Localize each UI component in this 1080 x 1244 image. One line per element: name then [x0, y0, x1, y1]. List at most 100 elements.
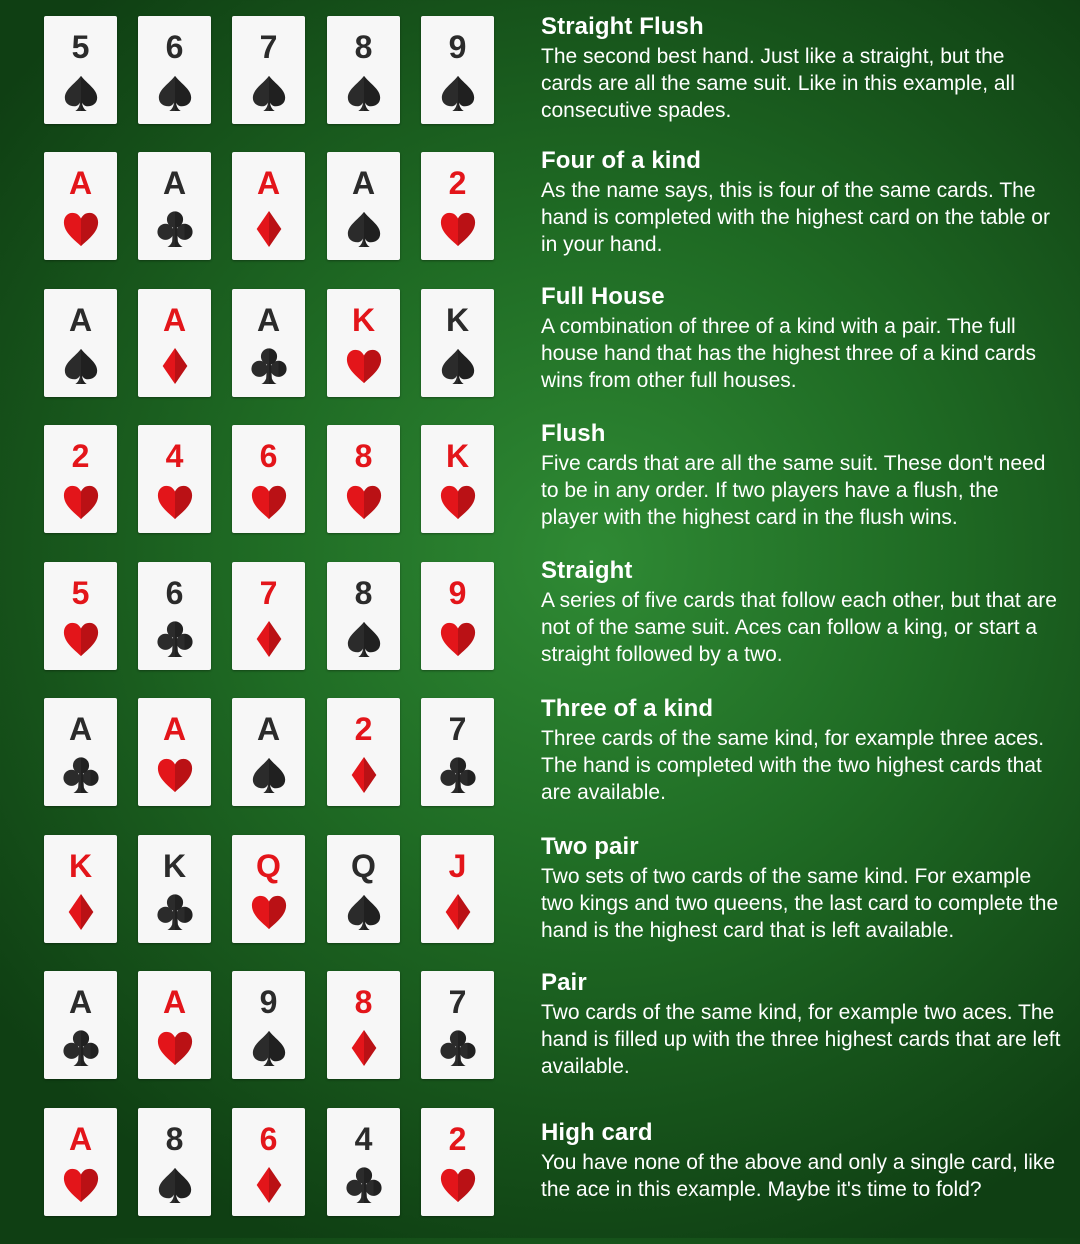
card-rank: 9 [259, 984, 278, 1020]
heart-suit-icon [345, 347, 383, 385]
hand-row-full-house: A A A K K Full House A combination of three of… [0, 283, 1080, 425]
playing-card: 2 [421, 152, 494, 260]
card-rank: 7 [448, 984, 467, 1020]
hand-row-straight: 5 6 7 8 9 Straight A series of five cards that… [0, 557, 1080, 698]
card-rank: A [68, 711, 93, 747]
playing-card: A [44, 289, 117, 397]
hand-description-block: Straight Flush The second best hand. Just… [541, 13, 1061, 124]
playing-card: 5 [44, 16, 117, 124]
diamond-suit-icon [250, 210, 288, 248]
hand-description: Five cards that are all the same suit. T… [541, 452, 1046, 529]
card-rank: 2 [448, 1121, 467, 1157]
card-rank: A [162, 984, 187, 1020]
diamond-suit-icon [250, 1166, 288, 1204]
hand-description-block: Pair Two cards of the same kind, for exam… [541, 969, 1061, 1080]
card-rank: 8 [165, 1121, 184, 1157]
playing-card: A [327, 152, 400, 260]
heart-suit-icon [439, 210, 477, 248]
hand-title: Flush [541, 420, 606, 447]
hand-row-three-of-a-kind: A A A 2 7 Three of a kind Three cards of the s… [0, 695, 1080, 834]
hand-description-block: Four of a kind As the name says, this is … [541, 147, 1061, 258]
hand-row-high-card: A 8 6 4 2 High card You have none of the above… [0, 1108, 1080, 1244]
card-rank: 9 [448, 29, 467, 65]
card-rank: 7 [448, 711, 467, 747]
hand-description: Two sets of two cards of the same kind. … [541, 865, 1059, 942]
heart-suit-icon [250, 893, 288, 931]
playing-card: A [138, 152, 211, 260]
spade-suit-icon [345, 210, 383, 248]
spade-suit-icon [345, 893, 383, 931]
hand-title: Full House [541, 283, 665, 310]
diamond-suit-icon [345, 756, 383, 794]
playing-card: K [138, 835, 211, 943]
heart-suit-icon [250, 483, 288, 521]
card-rank: A [351, 165, 376, 201]
club-suit-icon [250, 347, 288, 385]
hand-description-block: Straight A series of five cards that foll… [541, 557, 1061, 668]
diamond-suit-icon [156, 347, 194, 385]
playing-card: 7 [421, 971, 494, 1079]
hand-description: Three cards of the same kind, for exampl… [541, 727, 1045, 804]
diamond-suit-icon [250, 620, 288, 658]
card-rank: A [256, 165, 281, 201]
playing-card: K [327, 289, 400, 397]
card-rank: 5 [71, 29, 90, 65]
hand-description-block: Three of a kind Three cards of the same k… [541, 695, 1061, 806]
playing-card: 5 [44, 562, 117, 670]
diamond-suit-icon [439, 893, 477, 931]
playing-card: 9 [232, 971, 305, 1079]
hand-title: Four of a kind [541, 147, 702, 174]
hand-description: Two cards of the same kind, for example … [541, 1001, 1061, 1078]
spade-suit-icon [345, 74, 383, 112]
playing-card: A [44, 971, 117, 1079]
hand-title: Straight Flush [541, 13, 704, 40]
card-rank: 6 [165, 29, 184, 65]
poker-hand-rankings: 5 6 7 8 9 Straight Flush The second best hand.… [0, 0, 1080, 1238]
card-rank: 8 [354, 984, 373, 1020]
playing-card: A [138, 698, 211, 806]
playing-card: A [138, 971, 211, 1079]
playing-card: Q [232, 835, 305, 943]
hand-description: A series of five cards that follow each … [541, 589, 1057, 666]
card-rank: 2 [448, 165, 467, 201]
card-rank: K [351, 302, 376, 338]
spade-suit-icon [250, 756, 288, 794]
playing-card: A [232, 289, 305, 397]
hand-description: A combination of three of a kind with a … [541, 315, 1037, 392]
card-rank: 2 [71, 438, 90, 474]
hand-row-straight-flush: 5 6 7 8 9 Straight Flush The second best hand.… [0, 13, 1080, 152]
club-suit-icon [439, 756, 477, 794]
hand-row-pair: A A 9 8 7 Pair Two cards of the same kind, for… [0, 969, 1080, 1107]
spade-suit-icon [156, 1166, 194, 1204]
card-rank: K [445, 438, 470, 474]
card-rank: A [256, 711, 281, 747]
playing-card: 6 [232, 425, 305, 533]
heart-suit-icon [439, 620, 477, 658]
card-rank: 8 [354, 438, 373, 474]
playing-card: 2 [421, 1108, 494, 1216]
club-suit-icon [156, 210, 194, 248]
playing-card: A [44, 152, 117, 260]
club-suit-icon [62, 1029, 100, 1067]
playing-card: 4 [327, 1108, 400, 1216]
hand-description: The second best hand. Just like a straig… [541, 45, 1015, 122]
hand-title: Three of a kind [541, 695, 714, 722]
club-suit-icon [345, 1166, 383, 1204]
playing-card: 7 [421, 698, 494, 806]
playing-card: 8 [327, 971, 400, 1079]
spade-suit-icon [439, 347, 477, 385]
playing-card: 9 [421, 562, 494, 670]
playing-card: 8 [327, 562, 400, 670]
card-rank: 6 [165, 575, 184, 611]
hand-title: High card [541, 1119, 653, 1146]
spade-suit-icon [250, 74, 288, 112]
heart-suit-icon [156, 1029, 194, 1067]
playing-card: 6 [138, 562, 211, 670]
club-suit-icon [156, 893, 194, 931]
card-rank: 5 [71, 575, 90, 611]
playing-card: 9 [421, 16, 494, 124]
playing-card: 8 [327, 16, 400, 124]
playing-card: A [138, 289, 211, 397]
hand-description-block: Full House A combination of three of a ki… [541, 283, 1061, 394]
heart-suit-icon [62, 1166, 100, 1204]
